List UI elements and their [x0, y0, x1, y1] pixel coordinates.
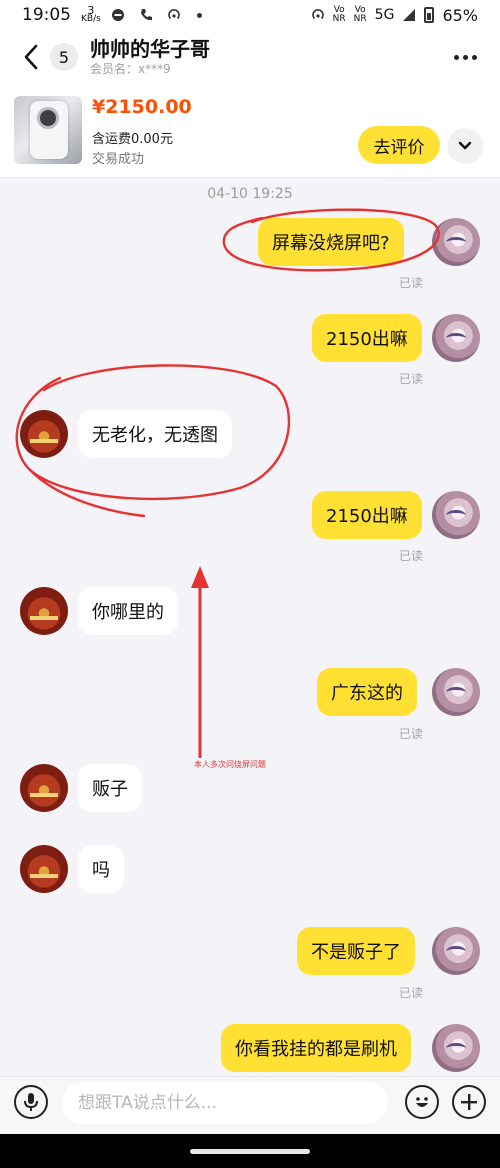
- message-bubble-incoming[interactable]: 你哪里的: [78, 587, 178, 635]
- network-speed-unit: KB/s: [81, 14, 101, 24]
- phone-image: [30, 101, 68, 159]
- phone-icon: [140, 9, 152, 21]
- message-bubble-outgoing[interactable]: 2150出嘛: [312, 314, 422, 362]
- signal-icon: [403, 9, 416, 21]
- product-card[interactable]: ¥2150.00 含运费0.00元 交易成功 去评价: [0, 84, 500, 178]
- system-navigation-bar: [0, 1134, 500, 1168]
- my-avatar[interactable]: [432, 1024, 480, 1072]
- product-price: ¥2150.00: [92, 96, 192, 118]
- seller-avatar[interactable]: [20, 764, 68, 812]
- volte-indicator: Vo NR: [332, 5, 346, 24]
- read-receipt: 已读: [399, 276, 424, 290]
- hotspot-icon: [311, 9, 324, 20]
- unread-count-badge: 5: [50, 43, 78, 71]
- expand-button[interactable]: [447, 128, 483, 164]
- status-time: 19:05: [22, 5, 71, 25]
- chevron-down-icon: [458, 141, 472, 150]
- annotation-arrowhead: [191, 566, 209, 588]
- message-bubble-incoming[interactable]: 贩子: [78, 764, 142, 812]
- message-bubble-outgoing[interactable]: 你看我挂的都是刷机: [221, 1024, 411, 1072]
- network-type: 5G: [374, 7, 395, 23]
- status-bar: 19:05 3 KB/s Vo NR Vo NR 5G 65%: [0, 0, 500, 30]
- order-status: 交易成功: [92, 152, 145, 167]
- microphone-icon: [24, 1093, 38, 1111]
- message-bubble-outgoing[interactable]: 不是贩子了: [297, 927, 415, 975]
- message-bubble-outgoing[interactable]: 2150出嘛: [312, 491, 422, 539]
- message-input[interactable]: [62, 1082, 388, 1124]
- message-timestamp: 04-10 19:25: [207, 186, 293, 202]
- chat-title: 帅帅的华子哥: [90, 37, 210, 61]
- review-button[interactable]: 去评价: [358, 126, 440, 164]
- read-receipt: 已读: [399, 986, 424, 1000]
- network-speed: 3 KB/s: [81, 5, 101, 24]
- member-name: 会员名：x***9: [90, 62, 171, 76]
- seller-avatar[interactable]: [20, 587, 68, 635]
- hotspot-icon: [168, 9, 180, 20]
- chat-header: 5 帅帅的华子哥 会员名：x***9: [0, 30, 500, 84]
- my-avatar[interactable]: [432, 314, 480, 362]
- message-bubble-outgoing[interactable]: 广东这的: [317, 668, 417, 716]
- message-input-bar: [0, 1076, 500, 1134]
- back-button[interactable]: [14, 37, 48, 77]
- read-receipt: 已读: [399, 549, 424, 563]
- home-gesture-handle[interactable]: [190, 1149, 310, 1154]
- chevron-left-icon: [24, 44, 38, 70]
- my-avatar[interactable]: [432, 218, 480, 266]
- seller-avatar[interactable]: [20, 845, 68, 893]
- dot-icon: [471, 54, 477, 60]
- notification-dot-icon: [196, 12, 202, 18]
- dot-icon: [462, 54, 468, 60]
- more-options-button[interactable]: [450, 42, 480, 72]
- read-receipt: 已读: [399, 372, 424, 386]
- voice-input-button[interactable]: [14, 1085, 48, 1119]
- my-avatar[interactable]: [432, 491, 480, 539]
- plus-icon: [461, 1094, 477, 1110]
- product-thumbnail: [14, 96, 82, 164]
- seller-avatar[interactable]: [20, 410, 68, 458]
- camera-module: [37, 107, 59, 129]
- shipping-info: 含运费0.00元: [92, 132, 173, 147]
- status-right: Vo NR Vo NR 5G 65%: [311, 6, 478, 25]
- emoji-button[interactable]: [405, 1085, 439, 1119]
- message-bubble-outgoing[interactable]: 屏幕没烧屏吧?: [258, 218, 404, 266]
- title-group: 帅帅的华子哥 会员名：x***9: [90, 37, 210, 77]
- message-bubble-incoming[interactable]: 无老化，无透图: [78, 410, 232, 458]
- volte-indicator-2: Vo NR: [353, 5, 367, 24]
- message-icon: [111, 9, 124, 21]
- emoji-icon: [416, 1097, 428, 1107]
- message-bubble-incoming[interactable]: 吗: [78, 845, 124, 893]
- battery-level: 65%: [442, 5, 478, 25]
- annotation-note: 本人多次问烧屏问题: [194, 760, 266, 769]
- my-avatar[interactable]: [432, 927, 480, 975]
- dot-icon: [453, 54, 459, 60]
- battery-icon: [424, 7, 435, 23]
- add-attachment-button[interactable]: [452, 1085, 486, 1119]
- read-receipt: 已读: [399, 727, 424, 741]
- my-avatar[interactable]: [432, 668, 480, 716]
